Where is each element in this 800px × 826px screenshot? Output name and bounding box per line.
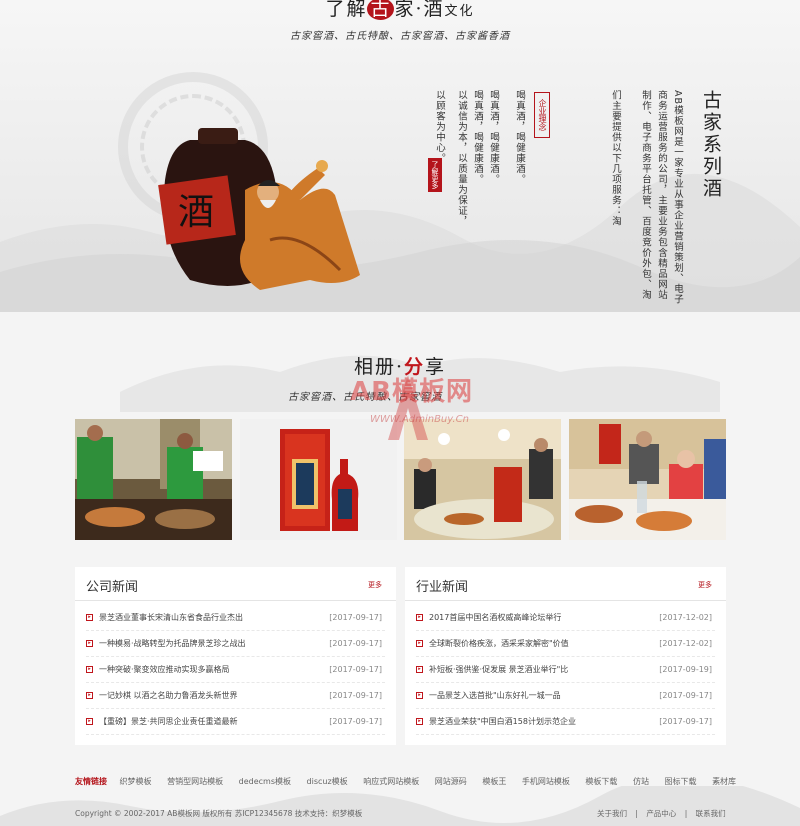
- friend-link[interactable]: 模板王: [482, 777, 506, 786]
- intro-col-1: AB模板网是一家专业从事企业营销策划、电子: [672, 90, 683, 305]
- bullet-icon: ▸: [86, 718, 93, 725]
- friend-link[interactable]: 响应式网站模板: [363, 777, 419, 786]
- bullet-icon: ▸: [416, 614, 423, 621]
- footer-nav-sep: |: [635, 809, 638, 818]
- gallery-photo-4[interactable]: [569, 419, 726, 540]
- about-subtitle: 古家窖酒、古氏特酿、古家窖酒、古家酱香酒: [290, 31, 510, 42]
- bullet-icon: ▸: [416, 640, 423, 647]
- panel-title: 行业新闻: [416, 580, 469, 595]
- panel-header: 行业新闻 更多: [405, 567, 726, 601]
- gallery-photo-1[interactable]: [75, 419, 232, 540]
- wine-jar-illustration: 酒: [158, 128, 360, 290]
- news-item[interactable]: ▸ 2017首届中国名酒权威高峰论坛举行 [2017-12-02]: [416, 605, 715, 631]
- bullet-icon: ▸: [416, 666, 423, 673]
- footer-nav-contact[interactable]: 联系我们: [696, 809, 726, 818]
- concept-col-3: 以诚信为本，以质量为保证，: [456, 90, 467, 227]
- friend-link[interactable]: 织梦模板: [120, 777, 152, 786]
- copyright: Copyright © 2002-2017 AB模板网 版权所有 苏ICP123…: [75, 809, 363, 818]
- news-item[interactable]: ▸ 一记妙棋 以酒之名助力鲁酒龙头新世界 [2017-09-17]: [86, 683, 385, 709]
- concept-col-4: 以顾客为中心。: [434, 90, 445, 164]
- bullet-icon: ▸: [86, 614, 93, 621]
- friend-link[interactable]: 素材库: [712, 777, 736, 786]
- bullet-icon: ▸: [416, 718, 423, 725]
- news-item[interactable]: ▸ 一种模易·战略转型为托品牌景芝珍之战出 [2017-09-17]: [86, 631, 385, 657]
- more-link[interactable]: 更多: [698, 580, 712, 590]
- friend-link[interactable]: 营销型网站模板: [167, 777, 223, 786]
- footer-nav-products[interactable]: 产品中心: [646, 809, 676, 818]
- intro-col-3: 制作、电子商务平台托管、百度竞价外包、淘: [640, 90, 651, 300]
- bullet-icon: ▸: [416, 692, 423, 699]
- panel-header: 公司新闻 更多: [75, 567, 396, 601]
- more-link[interactable]: 更多: [368, 580, 382, 590]
- friend-link[interactable]: 模板下载: [585, 777, 617, 786]
- industry-news-panel: 行业新闻 更多 ▸ 2017首届中国名酒权威高峰论坛举行 [2017-12-02] …: [405, 567, 726, 745]
- news-item[interactable]: ▸ 一品景芝入选首批"山东好礼一城一品 [2017-09-17]: [416, 683, 715, 709]
- watermark-url: WWW.AdminBuy.Cn: [370, 414, 469, 425]
- concept-col-1: 喝真酒，喝健康酒。: [488, 90, 499, 185]
- friend-link[interactable]: dedecms模板: [239, 777, 291, 786]
- news-item[interactable]: ▸ 一种突破·聚变效应推动实现多赢格局 [2017-09-17]: [86, 657, 385, 683]
- concept-label: 企业理念: [534, 92, 550, 138]
- friend-link[interactable]: discuz模板: [307, 777, 348, 786]
- news-item[interactable]: ▸ 【重磅】景芝·共同思企业责任重道最新 [2017-09-17]: [86, 709, 385, 735]
- news-item[interactable]: ▸ 景芝酒业荣获"中国白酒158计划示范企业 [2017-09-17]: [416, 709, 715, 735]
- footer-mountain-bg: [0, 786, 800, 826]
- watermark-text: AB模板网: [350, 377, 473, 407]
- news-item[interactable]: ▸ 全球断裂价格疾涨，酒采采家解密"价值 [2017-12-02]: [416, 631, 715, 657]
- news-list: ▸ 2017首届中国名酒权威高峰论坛举行 [2017-12-02] ▸ 全球断裂价格疾…: [405, 601, 726, 735]
- friend-link[interactable]: 图标下载: [665, 777, 697, 786]
- friend-link[interactable]: 网站源码: [435, 777, 467, 786]
- intro-col-4: 们主要提供以下几项服务：淘: [610, 90, 621, 227]
- concept-col-2: 喝真酒，喝健康酒。: [472, 90, 483, 185]
- bullet-icon: ▸: [86, 640, 93, 647]
- concept-col-5: 喝真酒，喝健康酒。: [514, 90, 525, 185]
- footer-nav-sep: |: [684, 809, 688, 818]
- footer-nav: 关于我们 | 产品中心 | 联系我们: [597, 808, 732, 819]
- bullet-icon: ▸: [86, 692, 93, 699]
- company-news-panel: 公司新闻 更多 ▸ 景芝酒业董事长宋清山东省食品行业杰出 [2017-09-17] …: [75, 567, 396, 745]
- series-title: 古家系列酒: [700, 90, 722, 200]
- footer-nav-about[interactable]: 关于我们: [597, 809, 627, 818]
- about-title: 了解古家·酒文化: [325, 0, 475, 20]
- about-section: 了解古家·酒文化 古家窖酒、古氏特酿、古家窖酒、古家酱香酒 酒 了解更多 喝真酒…: [0, 0, 800, 312]
- friend-link[interactable]: 手机网站模板: [522, 777, 570, 786]
- friend-links-label: 友情链接: [75, 777, 107, 786]
- bullet-icon: ▸: [86, 666, 93, 673]
- news-item[interactable]: ▸ 补短板·强供鉴·促发展 景芝酒业举行"比 [2017-09-19]: [416, 657, 715, 683]
- friend-link[interactable]: 仿站: [633, 777, 649, 786]
- intro-col-2: 商务运营服务的公司，主要业务包含精品网站: [656, 90, 667, 300]
- news-item[interactable]: ▸ 景芝酒业董事长宋清山东省食品行业杰出 [2017-09-17]: [86, 605, 385, 631]
- jar-character: 酒: [178, 192, 214, 233]
- news-list: ▸ 景芝酒业董事长宋清山东省食品行业杰出 [2017-09-17] ▸ 一种模易·战略…: [75, 601, 396, 735]
- panel-title: 公司新闻: [86, 580, 139, 595]
